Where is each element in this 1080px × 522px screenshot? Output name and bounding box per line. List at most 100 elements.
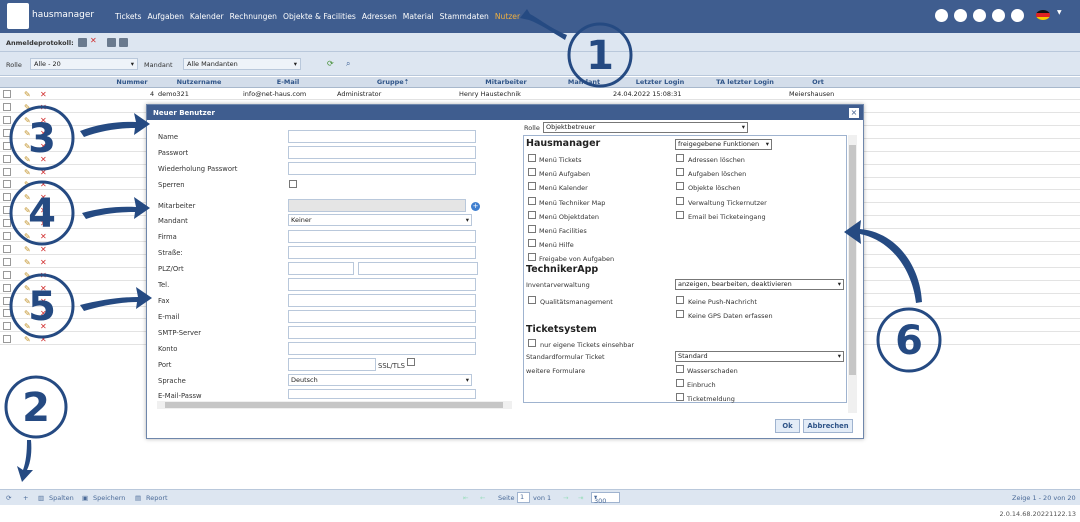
user-lock-icon[interactable] bbox=[107, 38, 116, 47]
client-select[interactable]: Keiner ▾ bbox=[288, 214, 472, 226]
row-checkbox[interactable] bbox=[3, 128, 11, 137]
search-icon[interactable]: ⌕ bbox=[346, 59, 350, 69]
row-checkbox[interactable] bbox=[3, 257, 11, 266]
row-checkbox[interactable] bbox=[3, 180, 11, 189]
edit-icon[interactable]: ✎ bbox=[24, 206, 31, 215]
scroll-thumb[interactable] bbox=[165, 402, 503, 408]
edit-icon[interactable]: ✎ bbox=[24, 284, 31, 293]
columns-button[interactable]: Spalten bbox=[49, 494, 74, 502]
nav-objekte-facilities[interactable]: Objekte & Facilities bbox=[283, 12, 356, 21]
delete-icon[interactable]: ✕ bbox=[40, 206, 47, 215]
delete-icon[interactable]: ✕ bbox=[40, 142, 47, 151]
edit-icon[interactable]: ✎ bbox=[24, 129, 31, 138]
inventory-select[interactable]: anzeigen, bearbeiten, deaktivieren ▾ bbox=[675, 279, 844, 290]
edit-icon[interactable]: ✎ bbox=[24, 168, 31, 177]
col-ort[interactable]: Ort bbox=[786, 78, 850, 86]
quality-checkbox[interactable] bbox=[528, 296, 536, 304]
hm-right-option-checkbox[interactable] bbox=[676, 154, 684, 162]
hm-right-option-checkbox[interactable] bbox=[676, 210, 684, 219]
edit-icon[interactable]: ✎ bbox=[24, 258, 31, 267]
columns-icon[interactable]: ▥ bbox=[38, 494, 44, 502]
zip-input[interactable] bbox=[288, 262, 354, 275]
power-icon[interactable] bbox=[1011, 9, 1024, 22]
row-checkbox[interactable] bbox=[3, 270, 11, 279]
refresh-icon[interactable]: ⟳ bbox=[6, 494, 11, 502]
language-select[interactable]: Deutsch ▾ bbox=[288, 374, 472, 386]
col-gruppe[interactable]: Gruppe⇡ bbox=[337, 78, 449, 86]
edit-icon[interactable]: ✎ bbox=[24, 103, 31, 112]
table-row[interactable]: ✎ ✕ 4 demo321 info@net-haus.com Administ… bbox=[0, 89, 1080, 100]
edit-icon[interactable]: ✎ bbox=[24, 116, 31, 125]
street-input[interactable] bbox=[288, 246, 476, 259]
nav-adressen[interactable]: Adressen bbox=[362, 12, 397, 21]
delete-icon[interactable]: ✕ bbox=[40, 232, 47, 241]
std-form-select[interactable]: Standard ▾ bbox=[675, 351, 844, 362]
delete-icon[interactable]: ✕ bbox=[40, 297, 47, 306]
hm-option-checkbox[interactable] bbox=[528, 253, 536, 262]
vertical-scrollbar[interactable] bbox=[848, 135, 857, 413]
col-nummer[interactable]: Nummer bbox=[110, 78, 154, 86]
hm-right-option-checkbox[interactable] bbox=[676, 168, 684, 177]
row-checkbox[interactable] bbox=[3, 193, 11, 202]
smtp-input[interactable] bbox=[288, 326, 476, 339]
delete-icon[interactable]: ✕ bbox=[40, 271, 47, 280]
role-filter-select[interactable]: Alle - 20 ▾ bbox=[30, 58, 138, 70]
role-select[interactable]: Objektbetreuer ▾ bbox=[543, 122, 748, 133]
delete-icon[interactable]: ✕ bbox=[40, 335, 47, 344]
functions-select[interactable]: freigegebene Funktionen ▾ bbox=[675, 139, 772, 150]
edit-icon[interactable]: ✎ bbox=[24, 142, 31, 151]
report-icon[interactable]: ▤ bbox=[135, 494, 141, 502]
prev-page-icon[interactable]: ← bbox=[480, 494, 485, 502]
edit-icon[interactable]: ✎ bbox=[24, 232, 31, 241]
client-filter-select[interactable]: Alle Mandanten ▾ bbox=[183, 58, 301, 70]
name-input[interactable] bbox=[288, 130, 476, 143]
delete-icon[interactable]: ✕ bbox=[40, 219, 47, 228]
cancel-button[interactable]: Abbrechen bbox=[803, 419, 853, 433]
form-option-checkbox[interactable] bbox=[676, 393, 684, 401]
form-option-checkbox[interactable] bbox=[676, 365, 684, 373]
delete-icon[interactable]: ✕ bbox=[40, 103, 47, 112]
ssl-checkbox[interactable] bbox=[407, 358, 415, 366]
col-mitarbeiter[interactable]: Mitarbeiter bbox=[456, 78, 556, 86]
hm-option-checkbox[interactable] bbox=[528, 210, 536, 219]
page-input[interactable]: 1 bbox=[517, 492, 530, 503]
nav-nutzer[interactable]: Nutzer bbox=[495, 12, 520, 21]
nav-aufgaben[interactable]: Aufgaben bbox=[147, 12, 183, 21]
row-checkbox[interactable] bbox=[3, 296, 11, 305]
city-input[interactable] bbox=[358, 262, 478, 275]
delete-icon[interactable]: ✕ bbox=[40, 155, 47, 164]
col-nutzername[interactable]: Nutzername bbox=[158, 78, 240, 86]
edit-icon[interactable]: ✎ bbox=[24, 90, 31, 99]
delete-icon[interactable]: ✕ bbox=[40, 258, 47, 267]
hm-option-checkbox[interactable] bbox=[528, 182, 536, 191]
add-employee-icon[interactable]: + bbox=[471, 202, 480, 211]
add-icon[interactable]: + bbox=[23, 494, 28, 502]
col-ta-letzter-login[interactable]: TA letzter Login bbox=[708, 78, 782, 86]
report-button[interactable]: Report bbox=[146, 494, 168, 502]
hm-option-checkbox[interactable] bbox=[528, 239, 536, 248]
chevron-down-icon[interactable]: ▼ bbox=[1057, 9, 1062, 16]
login-icon[interactable] bbox=[935, 9, 948, 22]
row-checkbox[interactable] bbox=[3, 283, 11, 292]
nav-stammdaten[interactable]: Stammdaten bbox=[440, 12, 489, 21]
no-push-checkbox[interactable] bbox=[676, 296, 684, 304]
edit-icon[interactable]: ✎ bbox=[24, 271, 31, 280]
row-checkbox[interactable] bbox=[3, 335, 11, 344]
hm-option-checkbox[interactable] bbox=[528, 154, 536, 162]
edit-icon[interactable]: ✎ bbox=[24, 309, 31, 318]
de-flag-icon[interactable] bbox=[1036, 10, 1050, 20]
account-input[interactable] bbox=[288, 342, 476, 355]
password-repeat-input[interactable] bbox=[288, 162, 476, 175]
hm-option-checkbox[interactable] bbox=[528, 196, 536, 205]
row-checkbox[interactable] bbox=[3, 219, 11, 228]
row-checkbox[interactable] bbox=[3, 244, 11, 253]
horizontal-scrollbar[interactable] bbox=[157, 401, 512, 409]
delete-icon[interactable]: ✕ bbox=[40, 116, 47, 125]
help-icon[interactable] bbox=[992, 9, 1005, 22]
form-option-checkbox[interactable] bbox=[676, 379, 684, 387]
row-checkbox[interactable] bbox=[3, 103, 11, 111]
ok-button[interactable]: Ok bbox=[775, 419, 800, 433]
col-letzter-login[interactable]: Letzter Login bbox=[614, 78, 706, 86]
phone-input[interactable] bbox=[288, 278, 476, 291]
row-checkbox[interactable] bbox=[3, 309, 11, 318]
